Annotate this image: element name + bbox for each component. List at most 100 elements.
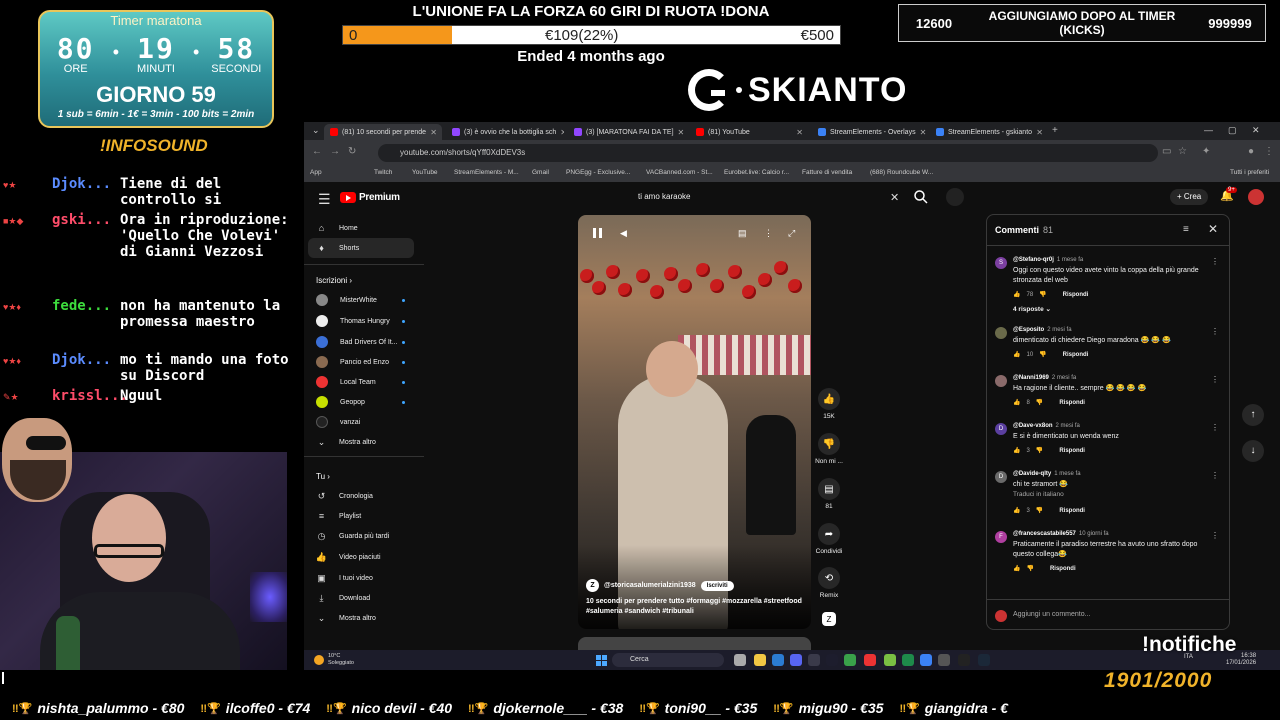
sidebar-show-more[interactable]: ⌄ Mostra altro	[304, 432, 424, 452]
volume-icon[interactable]: ◀	[620, 228, 627, 239]
share-button[interactable]: ➦ Condividi	[814, 523, 844, 555]
sidebar-subscription[interactable]: Geopop	[304, 392, 424, 412]
profile-icon[interactable]: ●	[1248, 146, 1254, 157]
bookmark-item[interactable]: VACBanned.com - St...	[646, 169, 713, 176]
short-video-player[interactable]: ◀ ▤ ⋮ ⤢ Z @storicasalumerialzini1938 Isc…	[578, 215, 811, 629]
bookmark-item[interactable]: StreamElements - M...	[454, 169, 519, 176]
add-comment-input[interactable]: Aggiungi un commento...	[1013, 611, 1090, 618]
taskbar-search[interactable]: Cerca	[612, 653, 724, 667]
comment-author[interactable]: @Esposito	[1013, 327, 1044, 333]
sound-source-button[interactable]: Z	[814, 612, 844, 626]
bookmark-item[interactable]: Twitch	[374, 169, 392, 176]
browser-tab[interactable]: (81) YouTube ✕	[690, 124, 808, 140]
bookmark-item[interactable]: Gmail	[532, 169, 549, 176]
bookmark-star-icon[interactable]: ☆	[1178, 146, 1187, 157]
steam-icon[interactable]	[978, 654, 990, 666]
sidebar-item-liked[interactable]: 👍 Video piaciuti	[304, 547, 424, 567]
install-app-icon[interactable]: ▭	[1162, 146, 1171, 157]
account-avatar[interactable]	[1248, 189, 1264, 205]
comment-avatar[interactable]: D	[995, 423, 1007, 435]
captions-icon[interactable]: ▤	[738, 228, 747, 239]
comment-author[interactable]: @Davide-qlty	[1013, 471, 1051, 477]
comment-menu-icon[interactable]: ⋮	[1211, 423, 1219, 432]
like-icon[interactable]: 👍	[1013, 447, 1020, 454]
bookmark-item[interactable]: App	[310, 169, 322, 176]
tab-close-icon[interactable]: ✕	[1036, 128, 1048, 137]
comments-button[interactable]: ▤ 81	[814, 478, 844, 510]
obs-icon[interactable]	[808, 654, 820, 666]
comment-menu-icon[interactable]: ⋮	[1211, 257, 1219, 266]
tab-close-icon[interactable]: ✕	[430, 128, 442, 137]
tab-close-icon[interactable]: ✕	[560, 128, 564, 137]
windows-start-icon[interactable]	[596, 655, 607, 666]
all-bookmarks[interactable]: Tutti i preferiti	[1230, 169, 1269, 176]
back-icon[interactable]: ←	[312, 146, 322, 157]
like-icon[interactable]: 👍	[1013, 507, 1020, 514]
browser-tab[interactable]: (3) [MARATONA FAI DA TE] ✕	[568, 124, 686, 140]
discord-icon[interactable]	[790, 654, 802, 666]
like-icon[interactable]: 👍	[1013, 399, 1020, 406]
sidebar-item-watch-later[interactable]: ◷ Guarda più tardi	[304, 526, 424, 546]
sidebar-subscription[interactable]: MisterWhite	[304, 290, 424, 310]
show-replies-button[interactable]: 4 risposte ⌄	[1013, 305, 1051, 313]
subscribe-button[interactable]: Iscriviti	[700, 580, 734, 591]
app-icon[interactable]	[902, 654, 914, 666]
browser-menu-icon[interactable]: ⋮	[1264, 146, 1274, 157]
tab-close-icon[interactable]: ✕	[796, 128, 808, 137]
subscriptions-heading[interactable]: Iscrizioni ›	[316, 276, 352, 285]
sidebar-subscription[interactable]: Thomas Hungry	[304, 311, 424, 331]
comment-menu-icon[interactable]: ⋮	[1211, 471, 1219, 480]
reply-button[interactable]: Rispondi	[1063, 352, 1089, 358]
next-short-button[interactable]: ↓	[1242, 440, 1264, 462]
comment-author[interactable]: @francescastabile557	[1013, 531, 1076, 537]
comment-author[interactable]: @Stefano-qr0j	[1013, 257, 1054, 263]
dislike-icon[interactable]: 👎	[1026, 565, 1033, 572]
like-icon[interactable]: 👍	[1013, 351, 1020, 358]
weather-widget[interactable]: 10°C Soleggiato	[314, 653, 354, 667]
dislike-icon[interactable]: 👎	[1036, 399, 1043, 406]
translate-link[interactable]: Traduci in italiano	[1013, 491, 1064, 498]
app-icon[interactable]	[864, 654, 876, 666]
bookmark-item[interactable]: (688) Roundcube W...	[870, 169, 933, 176]
maximize-icon[interactable]: ▢	[1228, 125, 1237, 136]
dislike-icon[interactable]: 👎	[1036, 447, 1043, 454]
url-field[interactable]: youtube.com/shorts/qYff0XdDEV3s	[378, 144, 1158, 162]
reload-icon[interactable]: ↻	[348, 146, 356, 157]
browser-tab[interactable]: StreamElements - gskianto ✕	[930, 124, 1048, 140]
comment-avatar[interactable]: D	[995, 471, 1007, 483]
sort-icon[interactable]: ≡	[1183, 224, 1189, 235]
task-view-icon[interactable]	[734, 654, 746, 666]
comment-avatar[interactable]	[995, 375, 1007, 387]
sidebar-item-history[interactable]: ↺ Cronologia	[304, 486, 424, 506]
sidebar-subscription[interactable]: vanzai	[304, 412, 424, 432]
channel-avatar[interactable]: Z	[586, 579, 599, 592]
like-icon[interactable]: 👍	[1013, 565, 1020, 572]
reply-button[interactable]: Rispondi	[1050, 566, 1076, 572]
reply-button[interactable]: Rispondi	[1059, 400, 1085, 406]
reply-button[interactable]: Rispondi	[1059, 448, 1085, 454]
search-input[interactable]: ti amo karaoke	[626, 187, 904, 207]
comment-author[interactable]: @Nanni1969	[1013, 375, 1049, 381]
dislike-button[interactable]: 👎 Non mi ...	[814, 433, 844, 465]
clear-search-icon[interactable]: ✕	[890, 191, 899, 204]
close-icon[interactable]: ✕	[1208, 222, 1218, 236]
create-button[interactable]: + Crea	[1170, 189, 1209, 205]
sidebar-subscription[interactable]: Local Team	[304, 372, 424, 392]
browser-tab[interactable]: (3) è ovvio che la bottiglia sch ✕	[446, 124, 564, 140]
comment-menu-icon[interactable]: ⋮	[1211, 531, 1219, 540]
settings-icon[interactable]	[938, 654, 950, 666]
reply-button[interactable]: Rispondi	[1059, 508, 1085, 514]
sidebar-item-shorts[interactable]: ♦ Shorts	[308, 238, 414, 258]
new-tab-icon[interactable]: +	[1052, 125, 1058, 136]
minimize-icon[interactable]: —	[1204, 125, 1213, 135]
browser-tab[interactable]: StreamElements - Overlays ✕	[812, 124, 930, 140]
microphone-icon[interactable]	[946, 188, 964, 206]
tab-search-icon[interactable]: ⌄	[312, 125, 320, 136]
bookmark-item[interactable]: PNGEgg - Exclusive...	[566, 169, 630, 176]
window-close-icon[interactable]: ✕	[1252, 125, 1260, 136]
reply-button[interactable]: Rispondi	[1063, 292, 1089, 298]
sidebar-show-more[interactable]: ⌄ Mostra altro	[304, 608, 424, 628]
bookmark-item[interactable]: Fatture di vendita	[802, 169, 852, 176]
sidebar-item-playlist[interactable]: ≡ Playlist	[304, 506, 424, 526]
forward-icon[interactable]: →	[330, 146, 340, 157]
